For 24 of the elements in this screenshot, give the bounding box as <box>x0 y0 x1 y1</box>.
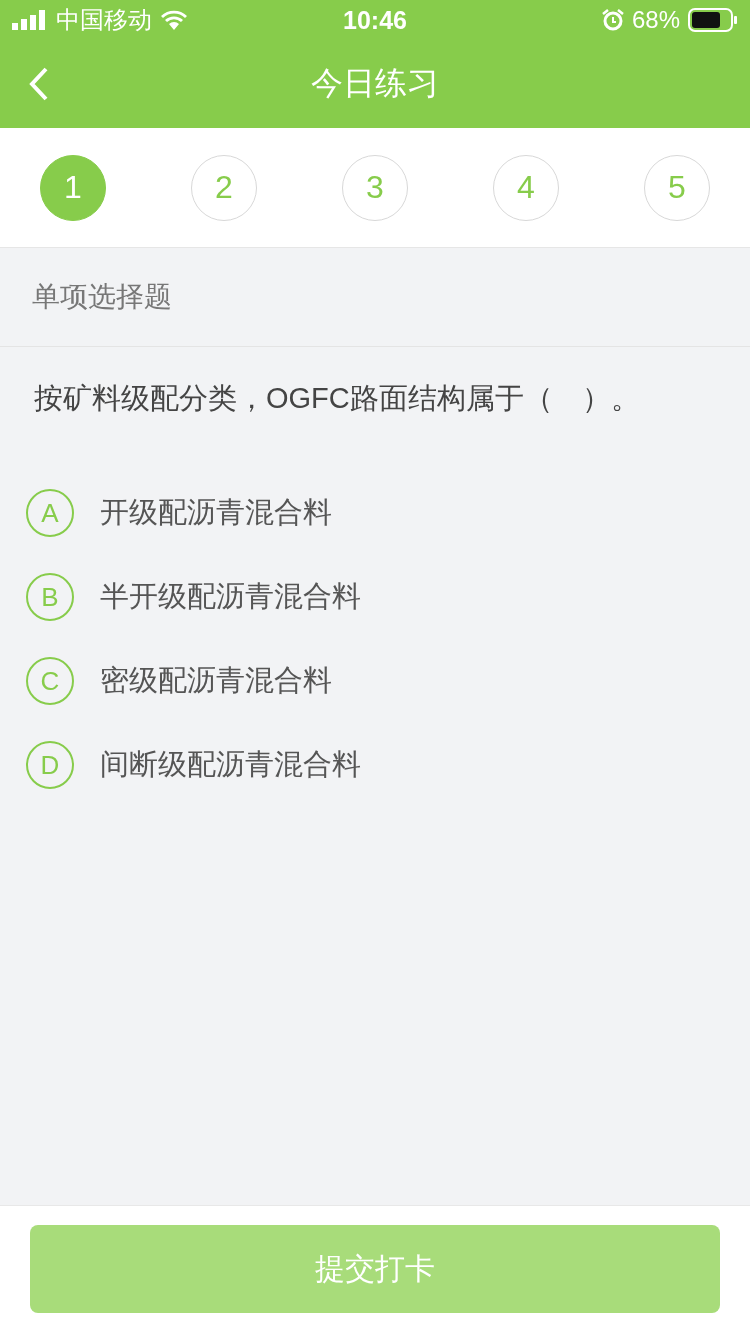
carrier-name: 中国移动 <box>56 5 152 35</box>
page-title: 今日练习 <box>311 64 439 103</box>
signal-icon <box>12 10 48 30</box>
option-text[interactable]: 间断级配沥青混合料 <box>100 745 361 785</box>
battery-icon <box>688 8 738 32</box>
clock-time: 10:46 <box>343 5 407 35</box>
option-text[interactable]: 密级配沥青混合料 <box>100 661 332 701</box>
back-icon <box>28 66 50 102</box>
option-letter[interactable]: D <box>26 741 74 789</box>
option-letter[interactable]: A <box>26 489 74 537</box>
option-letter[interactable]: C <box>26 657 74 705</box>
alarm-icon <box>601 9 624 31</box>
wifi-icon <box>160 10 188 30</box>
question-type: 单项选择题 <box>0 248 750 347</box>
question-number-tab[interactable]: 2 <box>191 154 257 221</box>
option-text[interactable]: 开级配沥青混合料 <box>100 493 332 533</box>
question-number-tab[interactable]: 3 <box>342 154 408 221</box>
question-number-tab[interactable]: 1 <box>40 154 106 221</box>
battery-percent: 68% <box>631 6 680 34</box>
option-text[interactable]: 半开级配沥青混合料 <box>100 577 361 617</box>
question-number-tab[interactable]: 4 <box>493 154 559 221</box>
question-text: 按矿料级配分类，OGFC路面结构属于（ ）。 <box>34 382 640 414</box>
question-number-tab[interactable]: 5 <box>644 154 710 221</box>
option-letter[interactable]: B <box>26 573 74 621</box>
